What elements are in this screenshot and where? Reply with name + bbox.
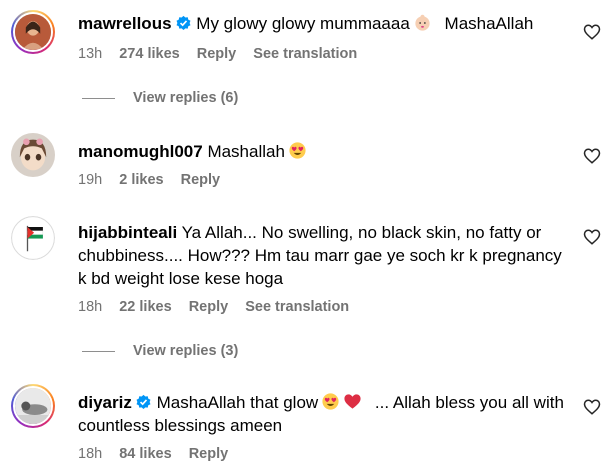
like-heart-icon[interactable] [583,23,601,41]
reply-button[interactable]: Reply [197,46,237,62]
avatar-image [15,14,51,50]
avatar-image [15,388,51,424]
replies-divider [82,350,115,352]
reply-button[interactable]: Reply [189,299,229,315]
likes-count[interactable]: 22 likes [119,299,171,315]
like-heart-icon[interactable] [583,228,601,246]
username[interactable]: hijabbinteali [78,223,177,242]
comment-text: Mashallah [207,142,285,161]
view-replies-button[interactable]: View replies (6) [82,90,238,106]
comment-body: manomughl007 Mashallah [78,140,568,163]
avatar[interactable] [11,10,55,54]
comment-body: diyariz MashaAllah that glow ... Allah b… [78,391,568,437]
comment-meta: 13h 274 likes Reply See translation [78,46,370,62]
avatar[interactable] [11,384,55,428]
comment-body: mawrellous My glowy glowy mummaaaa Masha… [78,12,568,35]
username[interactable]: manomughl007 [78,142,203,161]
avatar[interactable] [11,133,55,177]
likes-count[interactable]: 2 likes [119,172,163,188]
comment-text-after: MashaAllah [444,14,534,33]
timestamp: 13h [78,46,103,62]
avatar[interactable] [11,216,55,260]
view-replies-button[interactable]: View replies (3) [82,343,238,359]
likes-count[interactable]: 84 likes [119,446,171,462]
username[interactable]: mawrellous [78,14,172,33]
baby-emoji [415,14,430,31]
replies-divider [82,97,115,99]
comment-body: hijabbinteali Ya Allah... No swelling, n… [78,221,568,290]
verified-badge-icon [136,394,151,410]
username[interactable]: diyariz [78,393,132,412]
red-heart-emoji [344,394,361,409]
reply-button[interactable]: Reply [181,172,221,188]
see-translation-button[interactable]: See translation [253,46,357,62]
avatar-image [11,216,55,260]
comment-meta: 18h 22 likes Reply See translation [78,299,362,315]
timestamp: 19h [78,172,103,188]
comment-text: MashaAllah that glow [156,393,319,412]
comment-meta: 18h 84 likes Reply [78,446,241,462]
likes-count[interactable]: 274 likes [119,46,179,62]
avatar-image [11,133,55,177]
timestamp: 18h [78,299,103,315]
like-heart-icon[interactable] [583,147,601,165]
heart-eyes-emoji [289,142,306,159]
verified-badge-icon [176,15,191,31]
see-translation-button[interactable]: See translation [245,299,349,315]
like-heart-icon[interactable] [583,398,601,416]
view-replies-label: View replies (6) [133,90,239,106]
timestamp: 18h [78,446,103,462]
view-replies-label: View replies (3) [133,343,239,359]
comment-meta: 19h 2 likes Reply [78,172,233,188]
heart-eyes-emoji [322,393,339,410]
comment-text: My glowy glowy mummaaaa [196,14,410,33]
reply-button[interactable]: Reply [189,446,229,462]
